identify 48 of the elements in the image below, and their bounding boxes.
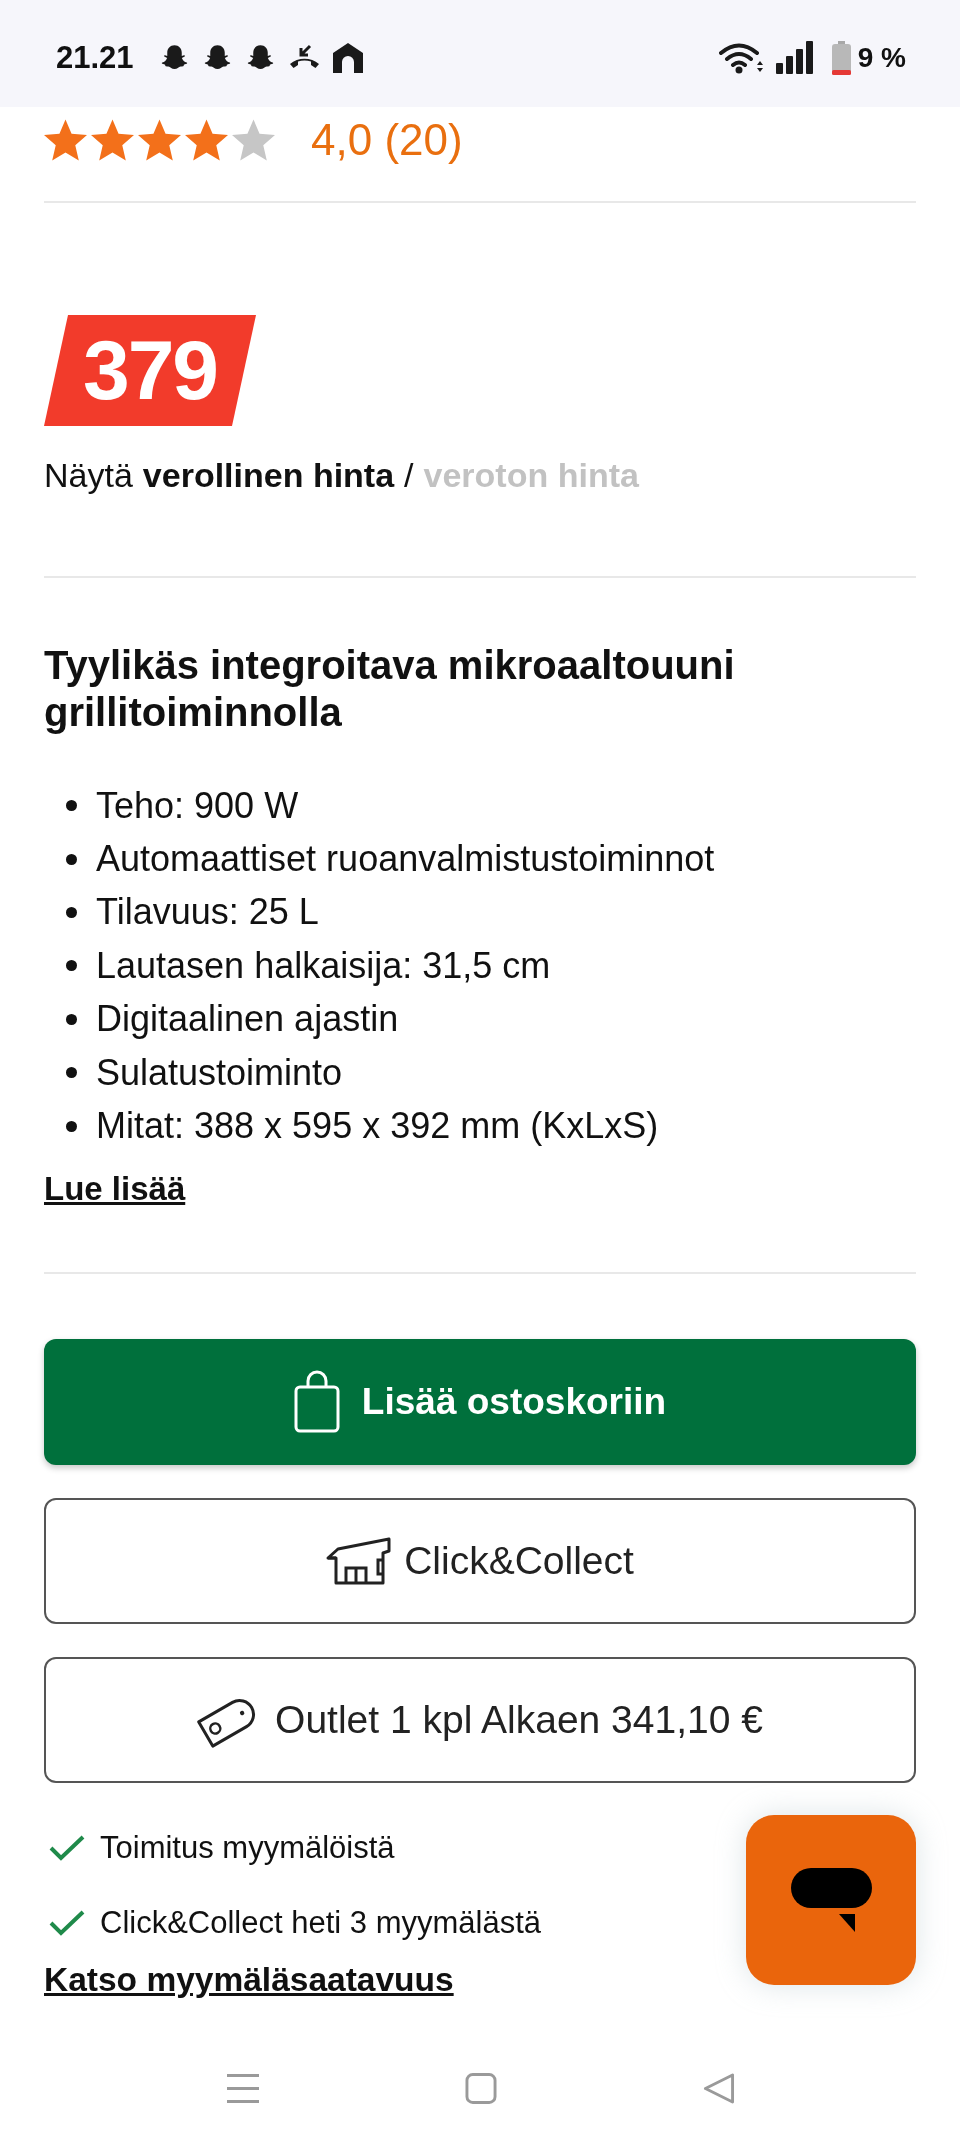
price-option-link[interactable]: verollinen hinta [142,455,395,495]
feature-text: Lautasen halkaisija: 31,5 cm [96,944,551,987]
add-to-cart-button[interactable]: Lisää ostoskoriin [44,1338,916,1465]
feature-text: Sulatustoiminto [96,1051,343,1094]
bullet-icon [66,800,77,812]
feature-text: Automaattiset ruoanvalmistustoiminnot [96,838,715,881]
star-icon [185,119,228,161]
bullet-icon [66,906,77,918]
status-time: 21.21 [56,40,134,75]
slash-separator: / [404,455,414,495]
back-icon[interactable] [703,2072,735,2104]
bullet-icon [66,1120,77,1132]
feature-text: Tilavuus: 25 L [96,891,319,934]
square-icon[interactable] [465,2072,497,2104]
click-collect-button[interactable]: Click&Collect [44,1497,916,1624]
feature-text: Digitaalinen ajastin [96,998,399,1041]
bullet-icon [66,960,77,972]
product-title: Tyylikäs integroitava mikroaaltouuni grillitoiminnolla [44,642,736,736]
bullet-icon [66,1067,77,1079]
bullet-icon [66,853,77,865]
store-availability-link[interactable]: Katso myymäläsaatavuus [44,1959,454,2000]
star-icon [44,119,87,161]
store-icon [326,1535,393,1586]
star-icon [91,119,134,161]
price-badge: 379 [44,315,256,426]
star-icon [232,119,275,161]
house-icon [331,41,364,74]
feature-text: Mitat: 388 x 595 x 392 mm (KxLxS) [96,1105,659,1148]
ghost-icon [202,44,232,71]
price-toggle-label: Näytä [44,455,133,495]
speech-bubble-icon [790,1868,872,1932]
chat-button[interactable] [746,1815,916,1985]
ghost-icon [159,44,189,71]
menu-icon[interactable] [227,2072,259,2104]
ghost-icon [245,44,275,71]
battery-percent: 9 % [857,40,906,75]
feature-text: Teho: 900 W [96,784,299,827]
shopping-bag-icon [293,1370,340,1434]
availability-text: Toimitus myymälöistä [100,1828,395,1867]
missed-call-icon [288,44,320,71]
read-more-link[interactable]: Lue lisää [44,1168,186,1209]
wifi-icon [718,41,763,74]
outlet-offer-button[interactable]: Outlet 1 kpl Alkaen 341,10 € [44,1656,916,1783]
signal-icon [775,41,815,74]
battery-icon [830,40,852,75]
bullet-icon [66,1013,77,1025]
availability-text: Click&Collect heti 3 myymälästä [100,1903,542,1942]
star-icon [138,119,181,161]
